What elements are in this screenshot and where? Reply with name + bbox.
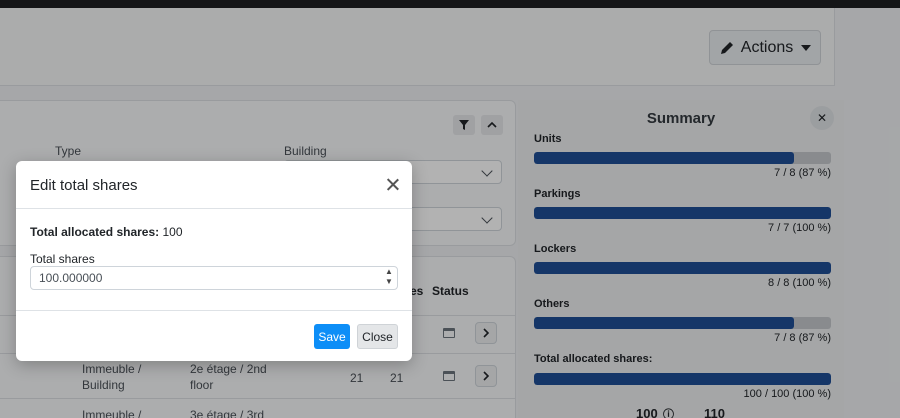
close-button[interactable]: Close [357,324,398,349]
total-shares-input[interactable] [30,266,398,290]
modal-footer: Save Close [16,310,412,361]
modal-header: Edit total shares [16,161,412,209]
allocated-shares-value: 100 [162,225,183,239]
modal-title: Edit total shares [30,177,138,194]
allocated-shares-text: Total allocated shares: 100 [30,225,183,239]
allocated-shares-label: Total allocated shares: [30,225,160,239]
number-spinner[interactable]: ▲ ▼ [382,267,396,289]
save-button[interactable]: Save [314,324,350,349]
edit-total-shares-dialog: Edit total shares Total allocated shares… [16,161,412,361]
close-icon[interactable] [386,178,399,191]
total-shares-label: Total shares [30,252,95,266]
spin-up-icon[interactable]: ▲ [382,267,396,277]
spin-down-icon[interactable]: ▼ [382,277,396,287]
